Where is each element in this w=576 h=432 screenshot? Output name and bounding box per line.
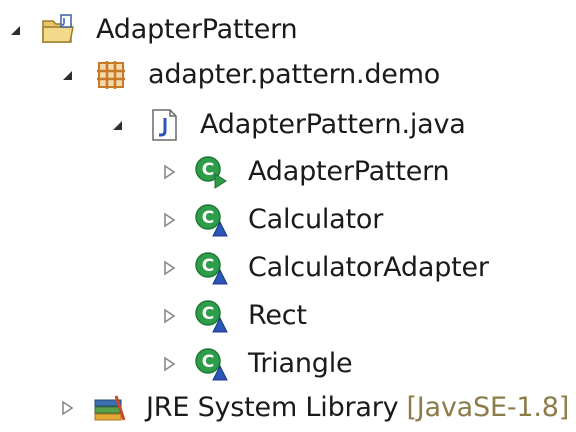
tree-item-library[interactable]: JRE System Library [JavaSE-1.8] [0,386,576,430]
tree-item-class[interactable]: C Triangle [0,342,380,386]
tree-item-label: Rect [248,300,307,331]
class-icon: C [195,252,228,285]
tree-item-label: CalculatorAdapter [248,252,489,283]
svg-text:C: C [202,256,214,276]
expanded-arrow-icon[interactable] [6,21,24,39]
svg-text:C: C [202,208,214,228]
library-icon [94,395,126,421]
tree-item-label: JRE System Library [JavaSE-1.8] [146,392,569,424]
tree-item-label: AdapterPattern.java [200,109,466,140]
tree-item-class[interactable]: C CalculatorAdapter [0,246,520,290]
class-icon: C [195,348,228,381]
project-explorer-tree: AdapterPattern adapter.pattern.demo Adap… [0,0,576,432]
svg-text:C: C [202,304,214,324]
tree-item-label: AdapterPattern [96,14,298,45]
collapsed-arrow-icon[interactable] [160,211,178,229]
class-icon: C [195,204,228,237]
project-folder-icon [42,14,74,43]
class-main-icon: C [195,156,227,189]
java-file-icon [152,109,177,141]
class-icon: C [195,300,228,333]
svg-text:C: C [202,352,214,372]
tree-item-class[interactable]: C Calculator [0,198,420,242]
tree-item-project[interactable]: AdapterPattern [0,8,330,52]
collapsed-arrow-icon[interactable] [160,259,178,277]
expanded-arrow-icon[interactable] [58,66,76,84]
collapsed-arrow-icon[interactable] [160,307,178,325]
tree-item-label: Triangle [248,348,353,379]
expanded-arrow-icon[interactable] [108,116,126,134]
tree-item-package[interactable]: adapter.pattern.demo [0,53,440,97]
collapsed-arrow-icon[interactable] [58,399,76,417]
svg-text:C: C [202,160,214,180]
package-icon [97,61,125,89]
tree-item-class[interactable]: C Rect [0,294,340,338]
library-name: JRE System Library [146,392,399,423]
tree-item-java-file[interactable]: AdapterPattern.java [0,103,480,147]
tree-item-class[interactable]: C AdapterPattern [0,150,470,194]
library-version-decoration: [JavaSE-1.8] [406,392,570,423]
collapsed-arrow-icon[interactable] [160,163,178,181]
tree-item-label: Calculator [248,204,384,235]
collapsed-arrow-icon[interactable] [160,355,178,373]
tree-item-label: AdapterPattern [248,156,450,187]
tree-item-label: adapter.pattern.demo [148,59,441,90]
